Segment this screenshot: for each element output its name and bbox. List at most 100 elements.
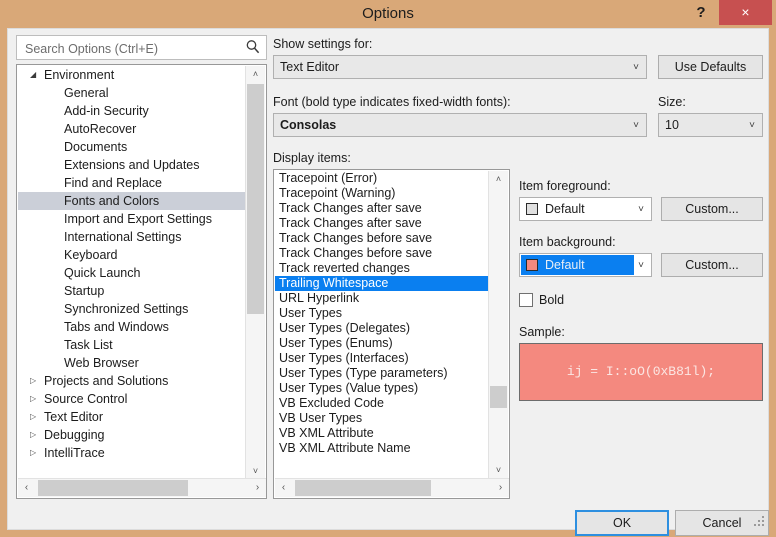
display-item[interactable]: Trailing Whitespace	[275, 276, 489, 291]
display-item[interactable]: Track Changes before save	[275, 231, 489, 246]
display-items-list[interactable]: Tracepoint (Error) Tracepoint (Warning) Tr…	[273, 169, 510, 499]
tree-item-label: Text Editor	[44, 410, 104, 424]
display-items-scroll-right-icon[interactable]: ›	[492, 479, 509, 497]
tree-item-label: Quick Launch	[64, 266, 141, 280]
display-item[interactable]: User Types (Delegates)	[275, 321, 489, 336]
tree-item-label: Keyboard	[64, 248, 118, 262]
show-settings-dropdown[interactable]: Text Editor ˅	[273, 55, 647, 79]
tree-horizontal-scrollbar[interactable]: ‹ ›	[18, 478, 266, 497]
chevron-collapsed-icon[interactable]: ▷	[30, 444, 40, 462]
tree-scroll-left-icon[interactable]: ‹	[18, 479, 35, 497]
display-item[interactable]: Track Changes after save	[275, 201, 489, 216]
tree-scroll-up-icon[interactable]: ˄	[246, 66, 265, 83]
size-dropdown[interactable]: 10 ˅	[658, 113, 763, 137]
tree-item-text-editor[interactable]: ▷ Text Editor	[18, 408, 246, 426]
display-item[interactable]: User Types (Type parameters)	[275, 366, 489, 381]
chevron-collapsed-icon[interactable]: ▷	[30, 372, 40, 390]
custom-background-button[interactable]: Custom...	[661, 253, 763, 277]
display-items-label: Display items:	[273, 151, 351, 165]
display-item[interactable]: VB User Types	[275, 411, 489, 426]
chevron-down-icon: ˅	[638, 204, 644, 215]
chevron-down-icon: ˅	[633, 62, 639, 73]
options-tree[interactable]: ◢ Environment General Add-in Security AutoRe…	[16, 64, 267, 499]
tree-item-fonts-and-colors[interactable]: Fonts and Colors	[18, 192, 246, 210]
search-input[interactable]	[23, 36, 242, 61]
tree-vertical-scrollbar[interactable]: ˄ ˅	[245, 66, 265, 480]
tree-item-label: Import and Export Settings	[64, 212, 212, 226]
tree-item-debugging[interactable]: ▷ Debugging	[18, 426, 246, 444]
tree-item-import-and-export-settings[interactable]: Import and Export Settings	[18, 210, 246, 228]
tree-item-environment[interactable]: ◢ Environment	[18, 66, 246, 84]
item-background-dropdown[interactable]: Default ˅	[519, 253, 652, 277]
display-items-horizontal-scroll-thumb[interactable]	[295, 480, 431, 496]
display-items-scroll-up-icon[interactable]: ˄	[489, 171, 508, 188]
resize-grip[interactable]	[752, 514, 764, 526]
item-foreground-color-swatch	[526, 203, 538, 215]
chevron-down-icon: ˅	[638, 260, 644, 271]
display-items-scroll-down-icon[interactable]: ˅	[489, 462, 508, 479]
display-item[interactable]: VB XML Attribute Name	[275, 441, 489, 456]
display-item[interactable]: User Types	[275, 306, 489, 321]
tree-item-label: International Settings	[64, 230, 182, 244]
tree-vertical-scroll-thumb[interactable]	[247, 84, 264, 314]
tree-item-add-in-security[interactable]: Add-in Security	[18, 102, 246, 120]
display-item[interactable]: Tracepoint (Error)	[275, 171, 489, 186]
custom-foreground-button[interactable]: Custom...	[661, 197, 763, 221]
font-value: Consolas	[280, 118, 337, 132]
tree-item-label: Find and Replace	[64, 176, 162, 190]
tree-item-label: Extensions and Updates	[64, 158, 200, 172]
search-box[interactable]	[16, 35, 267, 61]
use-defaults-button[interactable]: Use Defaults	[658, 55, 763, 79]
ok-button[interactable]: OK	[575, 510, 669, 536]
tree-item-tabs-and-windows[interactable]: Tabs and Windows	[18, 318, 246, 336]
display-item[interactable]: User Types (Interfaces)	[275, 351, 489, 366]
tree-item-label: Web Browser	[64, 356, 139, 370]
chevron-down-icon: ˅	[633, 120, 639, 131]
display-item[interactable]: URL Hyperlink	[275, 291, 489, 306]
tree-item-find-and-replace[interactable]: Find and Replace	[18, 174, 246, 192]
display-item[interactable]: User Types (Enums)	[275, 336, 489, 351]
tree-item-synchronized-settings[interactable]: Synchronized Settings	[18, 300, 246, 318]
item-foreground-dropdown[interactable]: Default ˅	[519, 197, 652, 221]
display-items-vertical-scroll-thumb[interactable]	[490, 386, 507, 408]
tree-item-label: General	[64, 86, 109, 100]
tree-item-task-list[interactable]: Task List	[18, 336, 246, 354]
tree-item-international-settings[interactable]: International Settings	[18, 228, 246, 246]
tree-item-web-browser[interactable]: Web Browser	[18, 354, 246, 372]
tree-item-autorecover[interactable]: AutoRecover	[18, 120, 246, 138]
tree-item-label: Synchronized Settings	[64, 302, 189, 316]
display-item[interactable]: VB XML Attribute	[275, 426, 489, 441]
display-item[interactable]: Track Changes before save	[275, 246, 489, 261]
tree-item-source-control[interactable]: ▷ Source Control	[18, 390, 246, 408]
display-items-viewport: Tracepoint (Error) Tracepoint (Warning) Tr…	[275, 171, 489, 479]
display-items-scroll-left-icon[interactable]: ‹	[275, 479, 292, 497]
tree-item-quick-launch[interactable]: Quick Launch	[18, 264, 246, 282]
display-item[interactable]: Tracepoint (Warning)	[275, 186, 489, 201]
display-item[interactable]: Track reverted changes	[275, 261, 489, 276]
display-item[interactable]: VB Excluded Code	[275, 396, 489, 411]
close-icon[interactable]: ×	[719, 0, 772, 25]
tree-scroll-right-icon[interactable]: ›	[249, 479, 266, 497]
size-value: 10	[665, 118, 679, 132]
help-icon[interactable]: ?	[687, 0, 715, 26]
tree-item-keyboard[interactable]: Keyboard	[18, 246, 246, 264]
tree-item-extensions-and-updates[interactable]: Extensions and Updates	[18, 156, 246, 174]
bold-checkbox[interactable]	[519, 293, 533, 307]
chevron-expanded-icon[interactable]: ◢	[30, 66, 40, 84]
chevron-collapsed-icon[interactable]: ▷	[30, 390, 40, 408]
tree-item-startup[interactable]: Startup	[18, 282, 246, 300]
chevron-collapsed-icon[interactable]: ▷	[30, 426, 40, 444]
tree-item-label: IntelliTrace	[44, 446, 105, 460]
tree-item-documents[interactable]: Documents	[18, 138, 246, 156]
font-dropdown[interactable]: Consolas ˅	[273, 113, 647, 137]
display-items-vertical-scrollbar[interactable]: ˄ ˅	[488, 171, 508, 479]
display-items-horizontal-scrollbar[interactable]: ‹ ›	[275, 478, 509, 497]
tree-item-intellitrace[interactable]: ▷ IntelliTrace	[18, 444, 246, 462]
display-item[interactable]: User Types (Value types)	[275, 381, 489, 396]
tree-horizontal-scroll-thumb[interactable]	[38, 480, 188, 496]
tree-item-general[interactable]: General	[18, 84, 246, 102]
chevron-collapsed-icon[interactable]: ▷	[30, 408, 40, 426]
tree-item-projects-and-solutions[interactable]: ▷ Projects and Solutions	[18, 372, 246, 390]
display-item[interactable]: Track Changes after save	[275, 216, 489, 231]
tree-item-label: Documents	[64, 140, 128, 154]
